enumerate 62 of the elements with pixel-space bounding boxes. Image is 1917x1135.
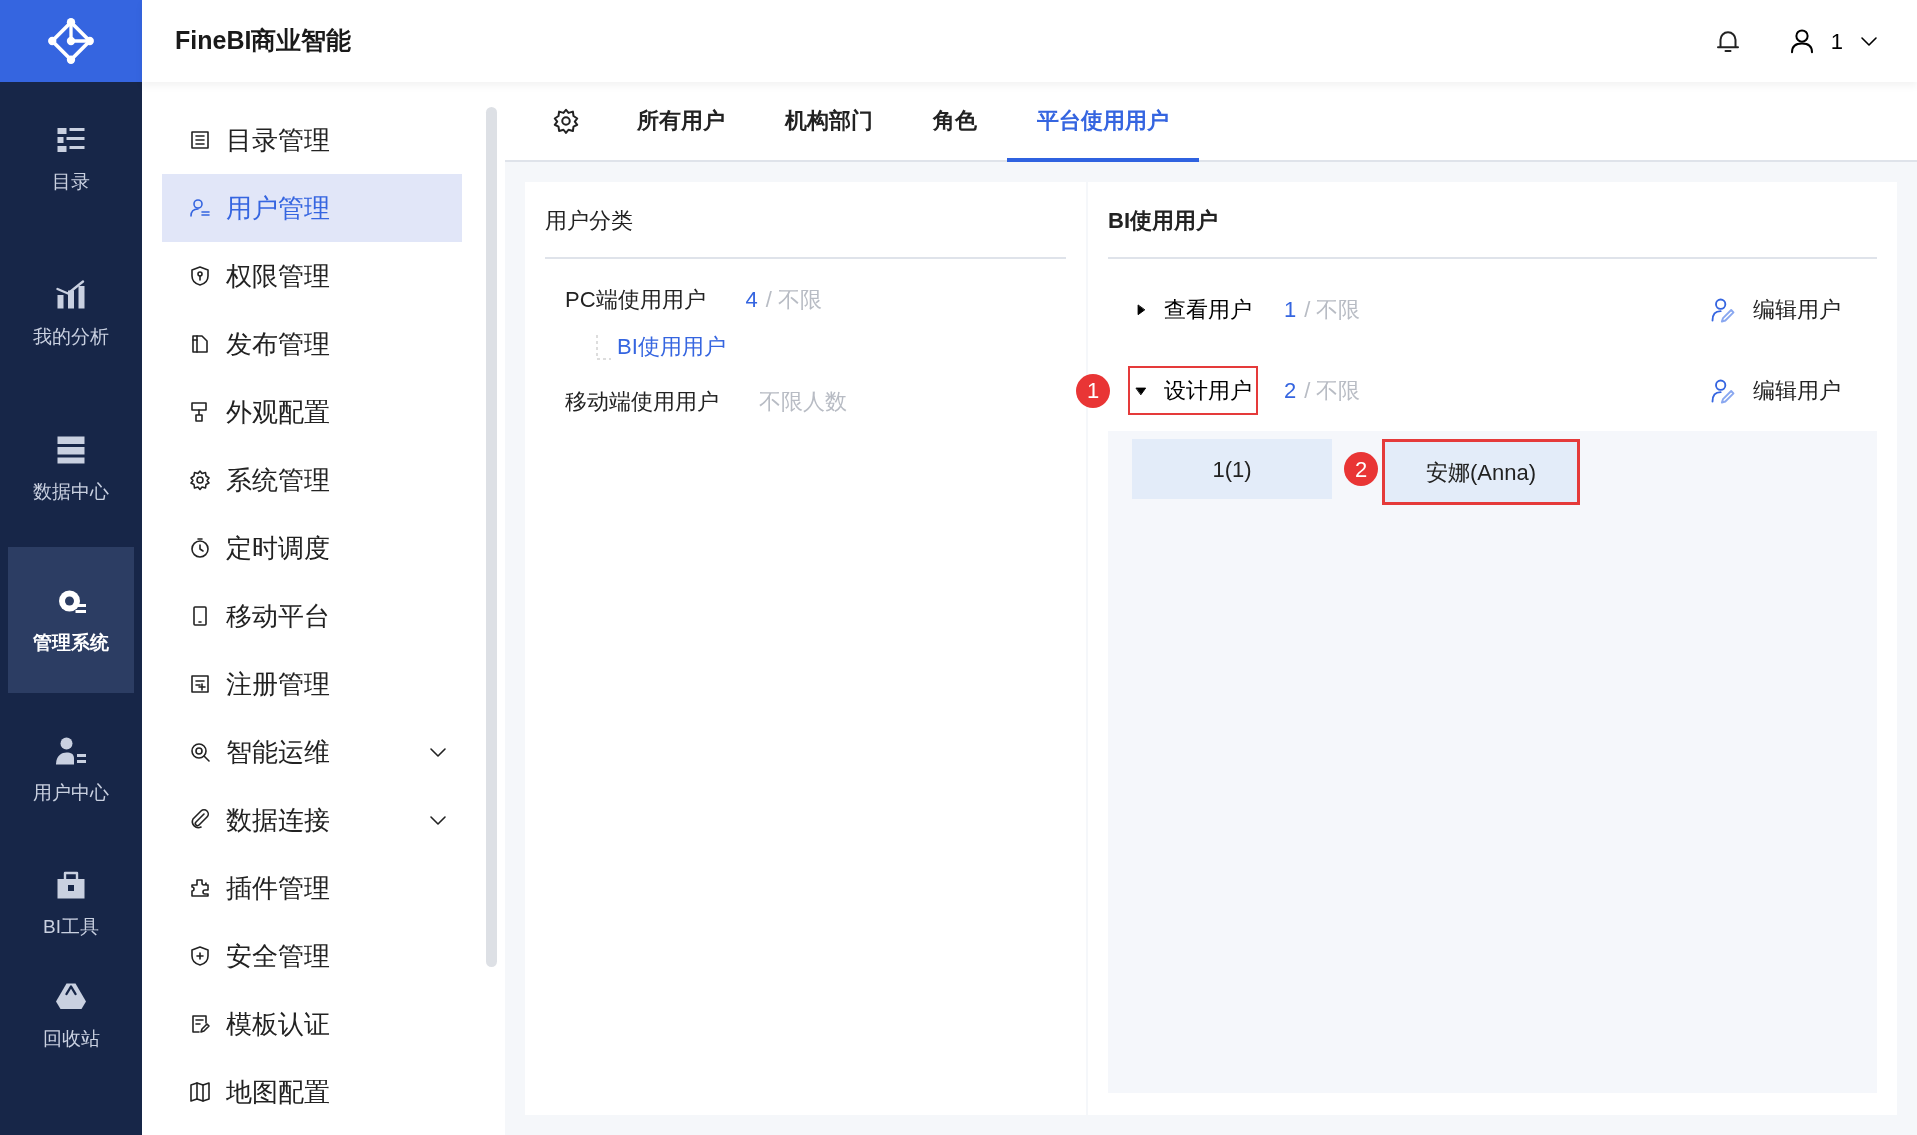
user-count: 4 — [745, 286, 758, 314]
category-item[interactable]: 移动端使用用户 — [565, 385, 719, 418]
user-chip[interactable]: 安娜(Anna) — [1382, 439, 1580, 505]
app-title: FineBI商业智能 — [175, 25, 352, 57]
stopwatch-icon — [188, 536, 212, 560]
menu-item[interactable]: 智能运维 — [162, 718, 462, 786]
user-count: 1 — [1284, 296, 1297, 324]
rail-item[interactable]: 用户中心 — [8, 693, 134, 848]
edit-users-button[interactable]: 编辑用户 — [1703, 292, 1847, 327]
magnifier-icon — [188, 740, 212, 764]
rail-item[interactable]: 管理系统 — [8, 547, 134, 693]
user-quota: 不限人数 — [759, 388, 847, 416]
tab[interactable]: 平台使用用户 — [1007, 82, 1199, 162]
category-item[interactable]: PC端使用用户 — [565, 283, 706, 316]
panel-title: 用户分类 — [545, 204, 1066, 259]
rail-item[interactable]: 目录 — [8, 82, 134, 237]
menu-item[interactable]: 系统管理 — [162, 446, 462, 514]
user-count: 2 — [1284, 377, 1297, 405]
shield-icon — [188, 264, 212, 288]
user-quota: / 不限 — [765, 286, 823, 314]
puzzle-icon — [188, 876, 212, 900]
menu-item[interactable]: 数据连接 — [162, 786, 462, 854]
group-toggle[interactable]: 设计用户 — [1128, 366, 1258, 415]
department-chip[interactable]: 1(1) — [1132, 439, 1332, 499]
tab[interactable]: 机构部门 — [755, 82, 903, 162]
menu-item[interactable]: 移动平台 — [162, 582, 462, 650]
menu-item[interactable]: 权限管理 — [162, 242, 462, 310]
menu-item[interactable]: 模板认证 — [162, 990, 462, 1058]
callout-badge: 1 — [1076, 373, 1110, 408]
rail-item[interactable]: 我的分析 — [8, 237, 134, 392]
menu-item[interactable]: 注册管理 — [162, 650, 462, 718]
rail-item[interactable]: 回收站 — [8, 960, 134, 1072]
tab[interactable]: 所有用户 — [607, 82, 755, 162]
rail-item[interactable]: BI工具 — [8, 848, 134, 960]
form-icon — [188, 672, 212, 696]
tab[interactable]: 角色 — [903, 82, 1007, 162]
panel-title: BI使用用户 — [1108, 204, 1877, 259]
menu-item[interactable]: 安全管理 — [162, 922, 462, 990]
group-toggle[interactable]: 查看用户 — [1128, 285, 1258, 334]
settings-icon[interactable] — [551, 106, 581, 136]
category-item[interactable]: BI使用用户 — [617, 330, 726, 363]
caret-right-icon — [1134, 302, 1148, 317]
map-icon — [188, 1080, 212, 1104]
edit-users-button[interactable]: 编辑用户 — [1703, 373, 1847, 408]
menu-item[interactable]: 发布管理 — [162, 310, 462, 378]
logo-icon — [46, 16, 96, 66]
shield-icon — [188, 944, 212, 968]
user-quota: / 不限 — [1304, 377, 1361, 405]
menu-item[interactable]: 定时调度 — [162, 514, 462, 582]
list-icon — [188, 128, 212, 152]
user-menu-button[interactable]: 1 — [1780, 23, 1887, 59]
user-icon — [188, 196, 212, 220]
user-quota: / 不限 — [1304, 296, 1361, 324]
rail-item[interactable]: 数据中心 — [8, 392, 134, 547]
scrollbar[interactable] — [486, 107, 497, 967]
menu-item[interactable]: 地图配置 — [162, 1058, 462, 1126]
callout-badge: 2 — [1344, 452, 1378, 486]
menu-item[interactable]: 目录管理 — [162, 106, 462, 174]
menu-item[interactable]: 外观配置 — [162, 378, 462, 446]
menu-item[interactable]: 用户管理 — [162, 174, 462, 242]
tree-connector — [595, 335, 611, 363]
menu-item[interactable]: 插件管理 — [162, 854, 462, 922]
